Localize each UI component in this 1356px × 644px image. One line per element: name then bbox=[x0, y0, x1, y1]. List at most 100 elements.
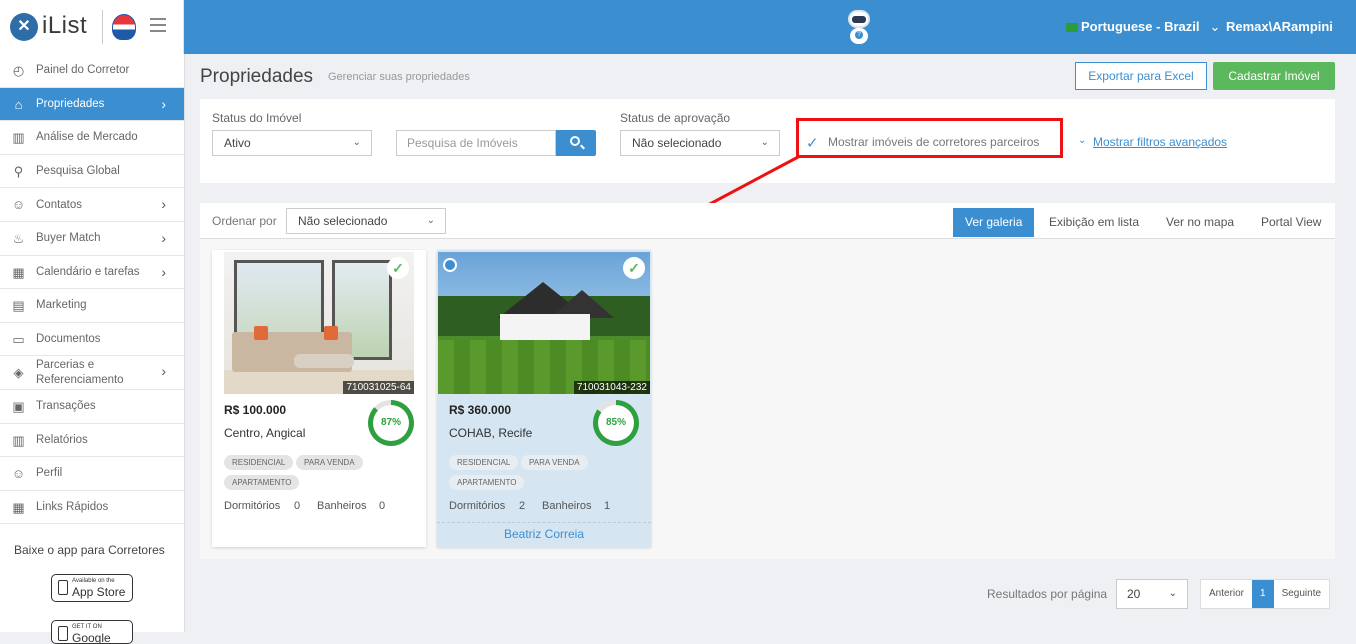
play-icon bbox=[58, 626, 68, 641]
logo-divider bbox=[102, 10, 103, 44]
bedrooms-label: Dormitórios bbox=[449, 500, 506, 512]
chevron-down-icon: ⌄ bbox=[1168, 588, 1177, 599]
bar-chart-icon: ▥ bbox=[12, 130, 25, 146]
property-price: R$ 360.000 bbox=[449, 403, 512, 417]
search-icon: ⚲ bbox=[13, 163, 24, 179]
bedrooms-label: Dormitórios bbox=[224, 500, 281, 512]
ilist-logo-icon[interactable]: ✕ bbox=[10, 13, 38, 41]
partner-handshake-icon bbox=[443, 258, 457, 272]
property-photo[interactable]: ✓ 710031043-232 bbox=[438, 252, 650, 394]
chevron-right-icon: › bbox=[161, 95, 166, 112]
sidebar-item-propriedades[interactable]: ⌂ Propriedades › bbox=[0, 87, 184, 122]
property-card-partner[interactable]: ✓ 710031043-232 R$ 360.000 COHAB, Recife… bbox=[437, 250, 651, 547]
bedrooms-count: 0 bbox=[294, 500, 301, 512]
sidebar-item-pesquisa[interactable]: ⚲ Pesquisa Global bbox=[0, 155, 184, 189]
language-label: Portuguese - Brazil bbox=[1081, 19, 1200, 34]
hamburger-menu-icon[interactable] bbox=[150, 18, 166, 32]
assistant-robot-icon[interactable]: ? bbox=[842, 8, 876, 48]
sidebar-item-transacoes[interactable]: ▣ Transações bbox=[0, 390, 184, 424]
sort-label: Ordenar por bbox=[212, 214, 277, 228]
tab-gallery[interactable]: Ver galeria bbox=[953, 208, 1035, 237]
tag-badge: APARTAMENTO bbox=[449, 475, 525, 490]
chevron-down-icon: ⌄ bbox=[352, 137, 361, 148]
language-selector[interactable]: Portuguese - Brazil ⌄ bbox=[1066, 19, 1220, 35]
google-play-button[interactable]: GET IT ON Google Play bbox=[51, 620, 133, 644]
sidebar-item-painel[interactable]: ◴ Painel do Corretor bbox=[0, 54, 184, 88]
search-button[interactable] bbox=[556, 130, 596, 156]
chevron-down-icon: ⌄ bbox=[426, 215, 435, 226]
score-ring: 87% bbox=[368, 400, 414, 446]
score-value: 85% bbox=[598, 405, 634, 441]
add-property-button[interactable]: Cadastrar Imóvel bbox=[1213, 62, 1335, 90]
chevron-right-icon: › bbox=[161, 196, 166, 213]
tab-list[interactable]: Exibição em lista bbox=[1037, 208, 1151, 237]
tag-icon: ◈ bbox=[13, 365, 24, 381]
tag-badge: PARA VENDA bbox=[521, 455, 588, 470]
chevron-down-icon: ⌄ bbox=[1078, 135, 1087, 146]
chevron-right-icon: › bbox=[161, 363, 166, 380]
advanced-filters-link[interactable]: Mostrar filtros avançados bbox=[1093, 135, 1227, 149]
report-icon: ▥ bbox=[12, 432, 25, 448]
property-photo[interactable]: ✓ 710031025-64 bbox=[224, 252, 414, 394]
sidebar-item-documentos[interactable]: ▭ Documentos bbox=[0, 323, 184, 357]
folder-icon: ▭ bbox=[12, 331, 25, 347]
approval-select[interactable]: Não selecionado ⌄ bbox=[620, 130, 780, 156]
user-menu[interactable]: Remax\ARampini bbox=[1226, 19, 1333, 34]
agent-link[interactable]: Beatriz Correia bbox=[437, 522, 651, 541]
contacts-icon: ☺ bbox=[11, 197, 26, 213]
sidebar: ◴ Painel do Corretor ⌂ Propriedades › ▥ Anál… bbox=[0, 54, 185, 644]
status-select[interactable]: Ativo ⌄ bbox=[212, 130, 372, 156]
property-price: R$ 100.000 bbox=[224, 403, 287, 417]
next-page-button[interactable]: Seguinte bbox=[1274, 580, 1329, 608]
partner-checkbox-check-icon[interactable]: ✓ bbox=[806, 134, 819, 152]
status-label: Status do Imóvel bbox=[212, 111, 302, 125]
sidebar-item-links[interactable]: ▦ Links Rápidos bbox=[0, 491, 184, 525]
tag-badge: RESIDENCIAL bbox=[224, 455, 294, 470]
current-page[interactable]: 1 bbox=[1252, 580, 1274, 608]
property-search-input[interactable]: Pesquisa de Imóveis bbox=[396, 130, 556, 156]
search-icon bbox=[570, 136, 580, 146]
prev-page-button[interactable]: Anterior bbox=[1201, 580, 1252, 608]
filter-panel: Status do Imóvel Ativo ⌄ Pesquisa de Imóv… bbox=[200, 99, 1335, 183]
brazil-flag-icon bbox=[1066, 23, 1078, 33]
links-icon: ▦ bbox=[12, 499, 25, 515]
sidebar-item-marketing[interactable]: ▤ Marketing bbox=[0, 289, 184, 323]
sidebar-item-contatos[interactable]: ☺ Contatos › bbox=[0, 188, 184, 222]
results-toolbar: Ordenar por Não selecionado ⌄ Ver galeria… bbox=[200, 203, 1335, 239]
calendar-icon: ▦ bbox=[12, 264, 25, 280]
sidebar-item-buyer-match[interactable]: ♨ Buyer Match › bbox=[0, 222, 184, 256]
bathrooms-label: Banheiros bbox=[542, 500, 592, 512]
app-store-button[interactable]: Available on the App Store bbox=[51, 574, 133, 602]
tab-map[interactable]: Ver no mapa bbox=[1154, 208, 1246, 237]
sidebar-item-parcerias[interactable]: ◈ Parcerias e Referenciamento › bbox=[0, 356, 184, 390]
sidebar-item-analise[interactable]: ▥ Análise de Mercado bbox=[0, 121, 184, 155]
partner-listings-label[interactable]: Mostrar imóveis de corretores parceiros bbox=[828, 135, 1039, 149]
logo-text[interactable]: iList bbox=[42, 12, 87, 40]
property-location: COHAB, Recife bbox=[449, 426, 533, 440]
bedrooms-count: 2 bbox=[519, 500, 526, 512]
sidebar-item-perfil[interactable]: ☺ Perfil bbox=[0, 457, 184, 491]
approved-check-icon: ✓ bbox=[623, 257, 645, 279]
sort-select[interactable]: Não selecionado ⌄ bbox=[286, 208, 446, 234]
gauge-icon: ◴ bbox=[12, 63, 25, 78]
per-page-select[interactable]: 20 ⌄ bbox=[1116, 579, 1188, 609]
results-panel: Ordenar por Não selecionado ⌄ Ver galeria… bbox=[200, 203, 1335, 559]
top-bar: ✕ iList ? Portuguese - Brazil ⌄ Remax\ARa… bbox=[0, 0, 1356, 54]
bathrooms-count: 1 bbox=[604, 500, 611, 512]
user-icon: ☺ bbox=[11, 466, 26, 482]
page-subtitle: Gerenciar suas propriedades bbox=[328, 71, 470, 83]
score-value: 87% bbox=[373, 405, 409, 441]
approval-label: Status de aprovação bbox=[620, 111, 731, 125]
sidebar-item-calendario[interactable]: ▦ Calendário e tarefas › bbox=[0, 256, 184, 290]
property-card[interactable]: ✓ 710031025-64 R$ 100.000 Centro, Angica… bbox=[212, 250, 426, 547]
tag-badge: APARTAMENTO bbox=[224, 475, 300, 490]
pagination: Anterior 1 Seguinte bbox=[1200, 579, 1331, 609]
home-icon: ⌂ bbox=[14, 96, 23, 112]
chevron-right-icon: › bbox=[161, 263, 166, 280]
export-excel-button[interactable]: Exportar para Excel bbox=[1075, 62, 1207, 90]
page-title: Propriedades bbox=[200, 66, 314, 87]
sidebar-item-relatorios[interactable]: ▥ Relatórios bbox=[0, 424, 184, 458]
briefcase-icon: ▣ bbox=[12, 398, 25, 414]
tab-portal[interactable]: Portal View bbox=[1249, 208, 1333, 237]
property-location: Centro, Angical bbox=[224, 426, 306, 440]
